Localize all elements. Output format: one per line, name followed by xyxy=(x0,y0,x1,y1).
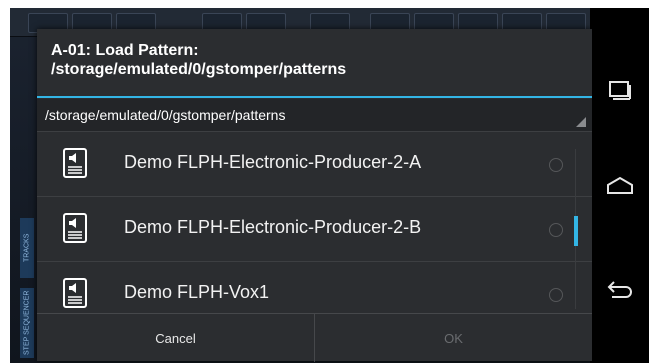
radio-button[interactable] xyxy=(549,288,563,302)
audio-file-icon xyxy=(63,278,87,308)
list-item-label: Demo FLPH-Vox1 xyxy=(124,282,270,302)
pattern-list[interactable]: Demo FLPH-Electronic-Producer-2-A Demo F… xyxy=(37,132,592,314)
ok-button[interactable]: OK xyxy=(315,314,592,362)
cancel-button[interactable]: Cancel xyxy=(37,314,315,362)
tab-tracks[interactable]: TRACKS xyxy=(20,218,34,278)
recent-apps-button[interactable] xyxy=(590,66,649,116)
back-icon xyxy=(607,281,632,298)
radio-button[interactable] xyxy=(549,223,563,237)
dialog-title: A-01: Load Pattern: /storage/emulated/0/… xyxy=(51,41,571,79)
dropdown-corner-icon xyxy=(576,117,586,127)
audio-file-icon xyxy=(63,148,87,178)
tab-step-sequencer[interactable]: STEP SEQUENCER xyxy=(20,288,34,358)
radio-button[interactable] xyxy=(549,158,563,172)
list-item[interactable]: Demo FLPH-Electronic-Producer-2-A xyxy=(37,132,592,197)
scrollbar-thumb[interactable] xyxy=(574,216,578,246)
path-text: /storage/emulated/0/gstomper/patterns xyxy=(45,107,286,123)
load-pattern-dialog: A-01: Load Pattern: /storage/emulated/0/… xyxy=(37,29,592,362)
dialog-button-bar: Cancel OK xyxy=(37,313,592,362)
dialog-title-line1: A-01: Load Pattern: xyxy=(51,42,199,59)
home-button[interactable] xyxy=(590,160,649,210)
list-item-label: Demo FLPH-Electronic-Producer-2-B xyxy=(124,217,422,237)
list-item[interactable]: Demo FLPH-Vox1 xyxy=(37,262,592,314)
recent-apps-icon xyxy=(608,81,631,100)
dialog-title-line2: /storage/emulated/0/gstomper/patterns xyxy=(51,61,347,78)
back-button[interactable] xyxy=(590,264,649,314)
home-icon xyxy=(606,176,633,194)
title-divider xyxy=(37,96,592,98)
list-item-label: Demo FLPH-Electronic-Producer-2-A xyxy=(124,152,422,172)
audio-file-icon xyxy=(63,213,87,243)
path-selector[interactable]: /storage/emulated/0/gstomper/patterns xyxy=(37,99,592,132)
list-item[interactable]: Demo FLPH-Electronic-Producer-2-B xyxy=(37,197,592,262)
device-screen: TRACKS STEP SEQUENCER A-01: Load Pattern… xyxy=(10,8,649,363)
navigation-bar xyxy=(590,8,649,363)
